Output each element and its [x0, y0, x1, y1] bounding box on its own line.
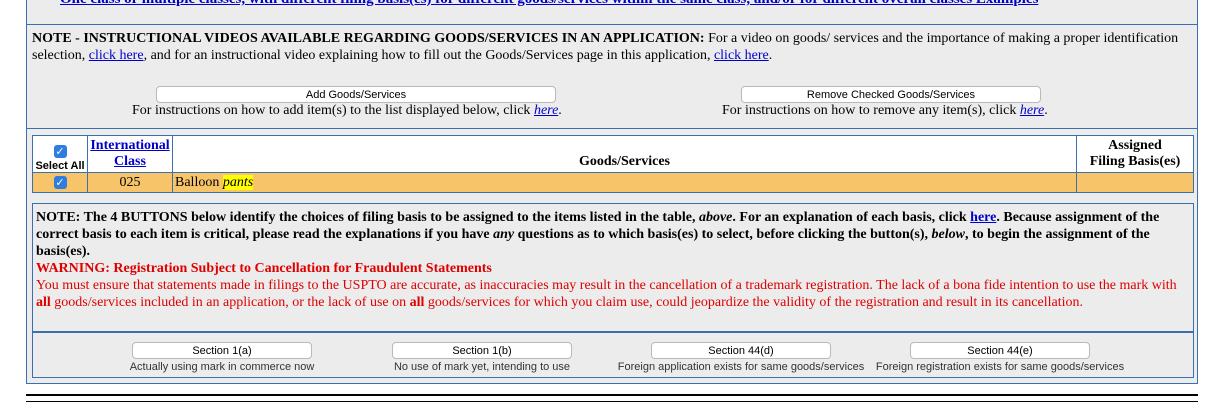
remove-instructions-text: For instructions on how to remove any it…	[722, 103, 1020, 118]
video-goods-services-page-link[interactable]: click here	[714, 48, 769, 63]
row-goods-highlight: pants	[222, 174, 254, 190]
international-class-header: International Class	[87, 135, 173, 173]
add-instructions-text: For instructions on how to add item(s) t…	[132, 103, 534, 118]
row-goods-cell[interactable]: Balloon pants	[172, 172, 1077, 193]
section-44e-button[interactable]: Section 44(e)	[910, 342, 1090, 359]
section-1a-button[interactable]: Section 1(a)	[132, 342, 312, 359]
divider-table	[27, 128, 1197, 129]
divider-top	[27, 24, 1197, 25]
select-all-label: Select All	[35, 160, 85, 172]
add-instructions-link[interactable]: here	[534, 103, 558, 118]
row-basis-cell	[1076, 172, 1194, 193]
note1-text-b: , and for an instructional video explain…	[143, 48, 714, 63]
section-44e-desc: Foreign registration exists for same goo…	[875, 361, 1125, 373]
section-44d-button[interactable]: Section 44(d)	[651, 342, 831, 359]
section-1b-desc: No use of mark yet, intending to use	[393, 361, 571, 373]
filing-basis-note: NOTE: The 4 BUTTONS below identify the c…	[36, 210, 1177, 310]
section-44d-desc: Foreign application exists for same good…	[617, 361, 865, 373]
row-class-cell: 025	[87, 172, 173, 193]
goods-services-header: Goods/Services	[172, 135, 1077, 173]
row-select-cell: ✓	[32, 172, 88, 193]
international-class-link[interactable]: International Class	[90, 138, 169, 169]
goods-services-table: ✓ Select All International Class Goods/Se…	[32, 135, 1194, 193]
row-checkbox[interactable]: ✓	[53, 175, 67, 189]
instructional-videos-note: NOTE - INSTRUCTIONAL VIDEOS AVAILABLE RE…	[32, 30, 1182, 64]
table-row: ✓ 025 Balloon pants	[32, 172, 1194, 193]
remove-instructions: For instructions on how to remove any it…	[722, 103, 1048, 118]
add-goods-services-button[interactable]: Add Goods/Services	[156, 86, 556, 103]
basis-explanation-link[interactable]: here	[970, 210, 996, 225]
footer-divider-thin	[26, 401, 1198, 402]
remove-checked-goods-services-button[interactable]: Remove Checked Goods/Services	[741, 86, 1041, 103]
section-1a-desc: Actually using mark in commerce now	[129, 361, 315, 373]
remove-instructions-link[interactable]: here	[1020, 103, 1044, 118]
assigned-filing-basis-header: Assigned Filing Basis(es)	[1076, 135, 1194, 173]
top-filing-basis-link[interactable]: One class or multiple classes, with diff…	[60, 0, 1038, 8]
note1-text-c: .	[768, 48, 773, 63]
video-identification-link[interactable]: click here	[89, 48, 144, 63]
warning-text: You must ensure that statements made in …	[36, 278, 1177, 310]
section-1b-button[interactable]: Section 1(b)	[392, 342, 572, 359]
warning-title: WARNING: Registration Subject to Cancell…	[36, 261, 492, 276]
note1-heading: NOTE - INSTRUCTIONAL VIDEOS AVAILABLE RE…	[32, 31, 705, 46]
footer-divider	[26, 394, 1198, 396]
add-instructions: For instructions on how to add item(s) t…	[132, 103, 562, 118]
select-all-checkbox[interactable]: ✓	[53, 145, 67, 158]
table-header-row: ✓ Select All International Class Goods/Se…	[32, 135, 1194, 173]
select-all-cell: ✓ Select All	[32, 135, 88, 173]
